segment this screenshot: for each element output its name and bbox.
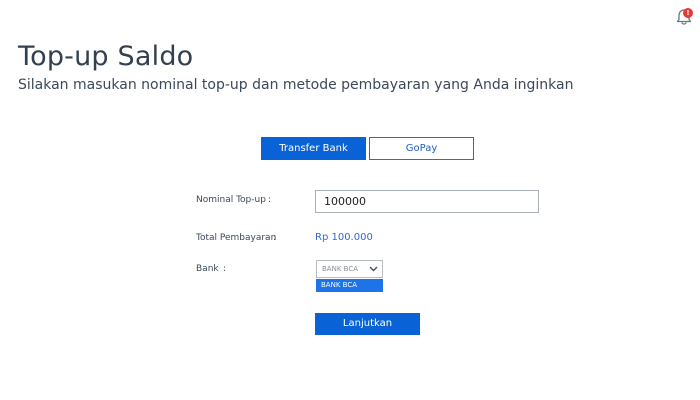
chevron-down-icon — [369, 266, 378, 272]
bank-label: Bank — [196, 264, 219, 274]
page-title: Top-up Saldo — [18, 41, 194, 72]
bank-option-bca[interactable]: BANK BCA — [316, 279, 383, 292]
bank-select[interactable]: BANK BCA — [316, 260, 383, 278]
nominal-topup-colon: : — [268, 195, 272, 205]
page-subtitle: Silakan masukan nominal top-up dan metod… — [18, 77, 574, 93]
total-pembayaran-label-row: Total Pembayaran : — [196, 232, 276, 244]
notification-badge: ! — [683, 8, 693, 18]
total-pembayaran-label: Total Pembayaran — [196, 233, 277, 243]
bank-select-value: BANK BCA — [322, 265, 358, 273]
nominal-topup-label-row: Nominal Top-up : — [196, 194, 271, 206]
total-pembayaran-value: Rp 100.000 — [315, 232, 373, 243]
tab-transfer-bank[interactable]: Transfer Bank — [261, 137, 366, 160]
notification-bell-button[interactable]: ! — [673, 6, 695, 28]
bank-colon: : — [223, 264, 227, 274]
lanjutkan-button[interactable]: Lanjutkan — [315, 313, 420, 335]
bank-label-row: Bank : — [196, 263, 226, 275]
tab-gopay[interactable]: GoPay — [369, 137, 474, 160]
nominal-topup-input[interactable] — [315, 190, 539, 213]
nominal-topup-label: Nominal Top-up — [196, 195, 266, 205]
total-pembayaran-colon: : — [273, 233, 277, 243]
